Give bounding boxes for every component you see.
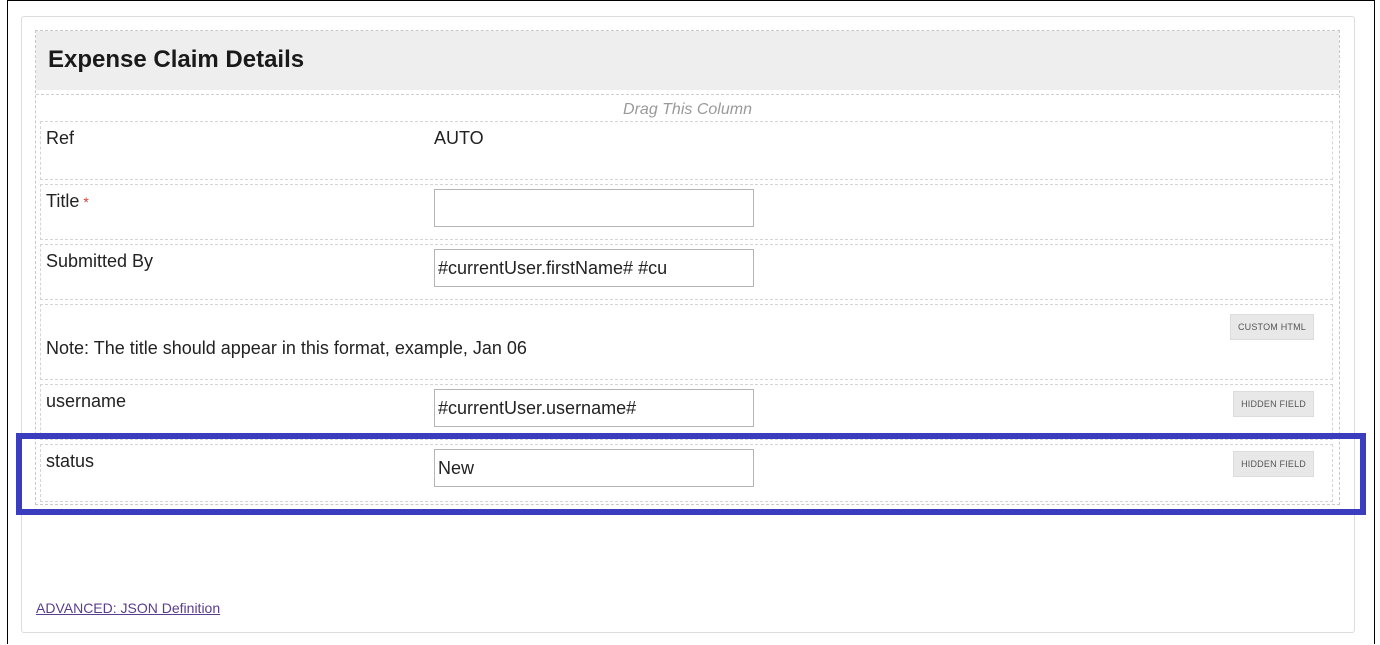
drag-column-handle[interactable]: Drag This Column [36, 101, 1339, 119]
highlight-box [16, 433, 1366, 515]
field-row-title[interactable]: Title * [40, 184, 1333, 240]
required-marker: * [83, 194, 89, 210]
section-header[interactable]: Expense Claim Details [36, 31, 1339, 90]
advanced-json-link[interactable]: ADVANCED: JSON Definition [36, 600, 220, 616]
field-label-text: Title [46, 191, 80, 211]
note-text: Note: The title should appear in this fo… [46, 338, 527, 358]
submitted-by-input[interactable]: #currentUser.firstName# #cu [434, 249, 754, 287]
custom-html-badge: CUSTOM HTML [1229, 314, 1314, 340]
field-row-username[interactable]: username #currentUser.username# HIDDEN F… [40, 384, 1333, 440]
field-label: Ref [46, 128, 75, 148]
field-row-submitted-by[interactable]: Submitted By #currentUser.firstName# #cu [40, 244, 1333, 300]
title-input[interactable] [434, 189, 754, 227]
field-value: AUTO [434, 128, 484, 148]
section-title: Expense Claim Details [48, 46, 305, 73]
field-row-custom-html[interactable]: Note: The title should appear in this fo… [40, 304, 1333, 380]
field-label: Submitted By [46, 251, 154, 271]
field-label: username [46, 391, 127, 411]
field-row-ref[interactable]: Ref AUTO [40, 121, 1333, 180]
username-input[interactable]: #currentUser.username# [434, 389, 754, 427]
field-label: Title * [46, 191, 89, 212]
hidden-field-badge: HIDDEN FIELD [1233, 391, 1314, 417]
